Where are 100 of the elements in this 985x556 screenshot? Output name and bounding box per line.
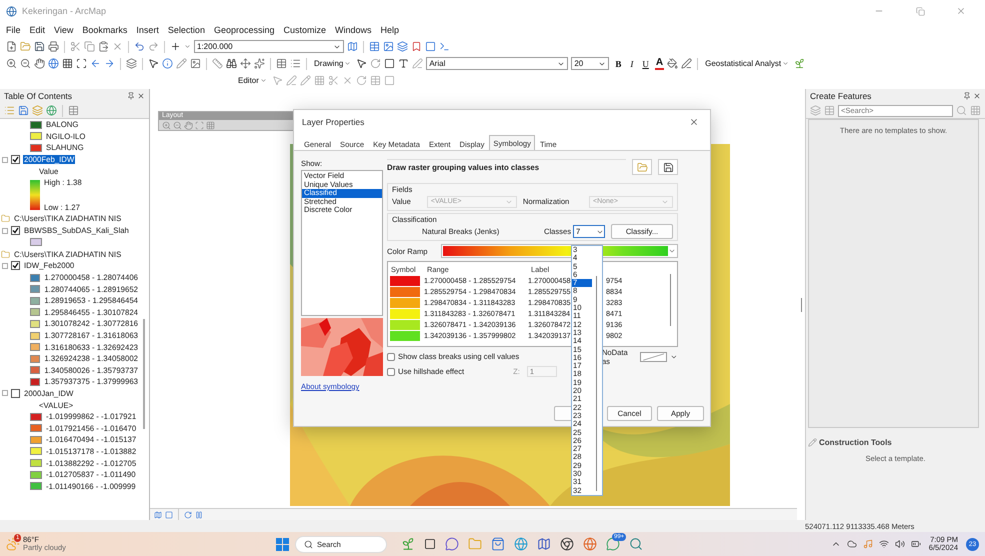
menu-item[interactable]: Bookmarks: [82, 25, 128, 35]
cut-polygons-icon[interactable]: [328, 75, 339, 86]
list-by-visibility-icon[interactable]: [32, 105, 43, 116]
zoom-whole-page-icon[interactable]: [195, 120, 204, 130]
menu-item[interactable]: Customize: [284, 25, 326, 35]
layers-icon[interactable]: [397, 41, 408, 52]
map-scale-field[interactable]: 1:200.000: [194, 40, 344, 53]
collapse-toggle[interactable]: [2, 228, 8, 234]
menu-item[interactable]: Edit: [30, 25, 46, 35]
pin-icon[interactable]: [127, 92, 135, 100]
menu-item[interactable]: Windows: [335, 25, 372, 35]
cut-icon[interactable]: [70, 41, 81, 52]
menu-item[interactable]: Selection: [168, 25, 205, 35]
plant-app-icon[interactable]: [401, 537, 415, 551]
search-app-icon[interactable]: [629, 537, 643, 551]
format-button[interactable]: U: [639, 58, 652, 68]
layer-checkbox[interactable]: [11, 226, 20, 236]
browser-icon[interactable]: [514, 537, 528, 551]
add-data-icon[interactable]: [170, 41, 181, 52]
table-icon[interactable]: [369, 41, 380, 52]
back-icon[interactable]: [90, 58, 101, 69]
collapse-toggle[interactable]: [2, 262, 8, 269]
wifi-icon[interactable]: [878, 539, 889, 549]
image-icon[interactable]: [383, 41, 394, 52]
rectangle-icon[interactable]: [384, 58, 396, 69]
trace-icon[interactable]: [300, 75, 311, 86]
menu-item[interactable]: Help: [380, 25, 400, 35]
scrollbar[interactable]: [143, 319, 145, 429]
list-by-selection-icon[interactable]: [46, 105, 57, 116]
redo-icon[interactable]: [148, 41, 159, 52]
rotate-icon[interactable]: [356, 75, 367, 86]
fixed-zoom-out-icon[interactable]: [76, 58, 87, 69]
close-icon[interactable]: [137, 92, 145, 100]
weather-icon[interactable]: [6, 537, 20, 551]
map-icon[interactable]: [347, 41, 358, 52]
search-icon[interactable]: [956, 105, 967, 116]
store-icon[interactable]: [491, 537, 505, 551]
time-slider-icon[interactable]: [254, 58, 265, 69]
options-icon[interactable]: [68, 105, 79, 116]
edit-tool-icon[interactable]: [272, 75, 283, 86]
pointer-icon[interactable]: [148, 58, 159, 69]
table-icon[interactable]: [276, 58, 287, 69]
select-features-icon[interactable]: [126, 58, 137, 69]
geostatistical-wizard-icon[interactable]: [794, 58, 806, 69]
menu-item[interactable]: Geoprocessing: [214, 25, 274, 35]
collapse-toggle[interactable]: [2, 390, 8, 396]
full-extent-icon[interactable]: [48, 58, 59, 69]
pause-icon[interactable]: [195, 510, 203, 518]
editor-menu[interactable]: Editor: [236, 76, 269, 85]
messaging-app-icon[interactable]: [606, 537, 620, 551]
bookmark-icon[interactable]: [411, 41, 422, 52]
task-view-icon[interactable]: [424, 538, 436, 550]
filter-icon[interactable]: [970, 105, 981, 116]
undo-icon[interactable]: [134, 41, 145, 52]
chat-app-icon[interactable]: [445, 537, 459, 551]
copy-icon[interactable]: [84, 41, 95, 52]
list-by-source-icon[interactable]: [18, 105, 29, 116]
layer-checkbox[interactable]: [11, 155, 20, 164]
zoom-in-icon[interactable]: [6, 58, 17, 69]
menu-item[interactable]: Insert: [136, 25, 159, 35]
identify-icon[interactable]: [162, 58, 173, 69]
organize-templates-icon[interactable]: [810, 105, 821, 116]
layer-checkbox[interactable]: [11, 261, 20, 270]
font-size-field[interactable]: 20: [571, 57, 610, 70]
cloud-icon[interactable]: [846, 539, 857, 549]
pencil-icon[interactable]: [176, 58, 187, 69]
battery-icon[interactable]: [910, 539, 921, 549]
format-button[interactable]: B: [612, 58, 624, 68]
text-tool-icon[interactable]: [398, 58, 410, 69]
line-color-icon[interactable]: [681, 58, 692, 69]
print-icon[interactable]: [48, 41, 59, 52]
new-file-icon[interactable]: [6, 41, 17, 52]
drawing-menu[interactable]: Drawing: [312, 59, 354, 68]
data-view-icon[interactable]: [154, 510, 162, 518]
menu-item[interactable]: View: [54, 25, 74, 35]
menu-item[interactable]: File: [6, 25, 21, 35]
collapse-toggle[interactable]: [2, 156, 8, 163]
layout-view-icon[interactable]: [165, 510, 173, 518]
font-color-button[interactable]: A: [654, 58, 664, 70]
select-elements-icon[interactable]: [356, 58, 368, 69]
window-icon[interactable]: [425, 41, 436, 52]
save-icon[interactable]: [34, 41, 45, 52]
map-app-icon[interactable]: [537, 537, 551, 551]
find-icon[interactable]: [226, 58, 237, 69]
paste-icon[interactable]: [98, 41, 109, 52]
fixed-zoom-in-icon[interactable]: [62, 58, 73, 69]
fill-color-icon[interactable]: [667, 58, 678, 69]
format-button[interactable]: I: [627, 58, 636, 68]
sketch-properties-icon[interactable]: [384, 75, 395, 86]
split-icon[interactable]: [314, 75, 325, 86]
geostatistical-analyst-menu[interactable]: Geostatistical Analyst: [703, 59, 792, 68]
caret-icon[interactable]: [184, 43, 191, 50]
template-icon[interactable]: [824, 105, 835, 116]
go-to-icon[interactable]: [240, 58, 251, 69]
layer-checkbox[interactable]: [11, 388, 20, 398]
zoom-out-icon[interactable]: [20, 58, 31, 69]
pin-icon[interactable]: [963, 92, 971, 100]
pan-icon[interactable]: [34, 58, 45, 69]
grid-icon[interactable]: [206, 120, 215, 130]
delete-icon[interactable]: [112, 41, 123, 52]
